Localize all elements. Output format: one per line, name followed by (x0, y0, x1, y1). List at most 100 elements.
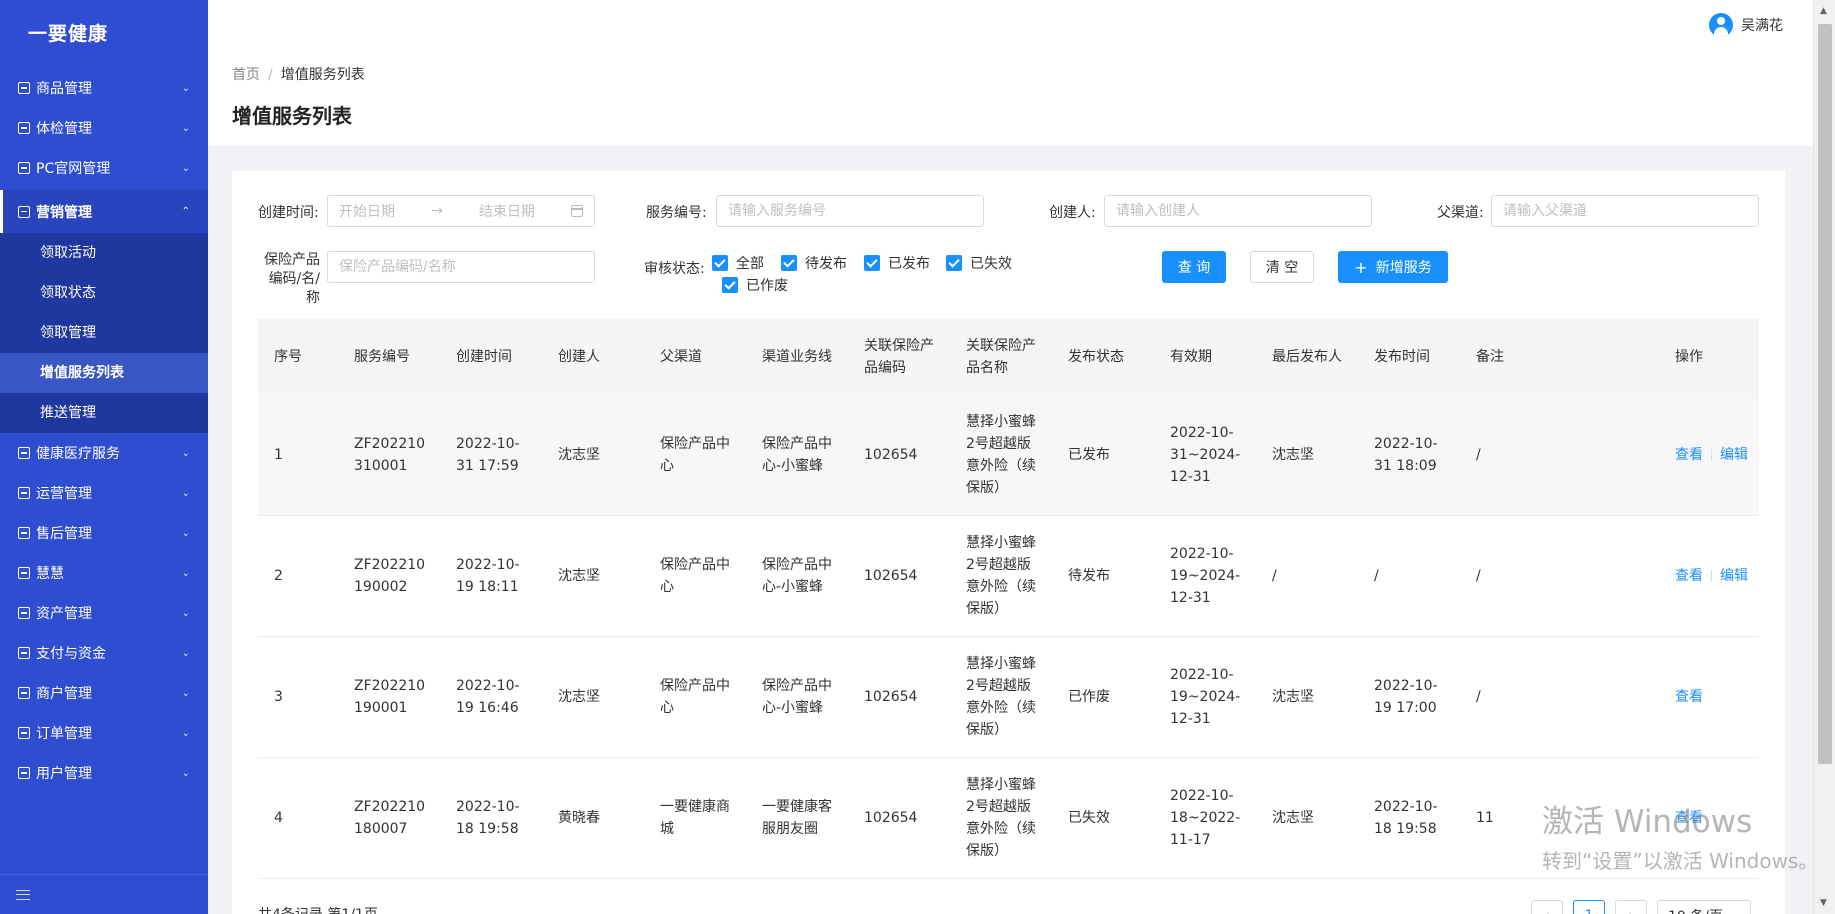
cell-product-code: 102654 (864, 810, 918, 826)
chevron-down-icon: ⌄ (181, 527, 190, 539)
chevron-down-icon: ⌄ (181, 567, 190, 579)
sidebar-subitem-claim-activity[interactable]: 领取活动 (0, 233, 208, 273)
cell-create-time: 2022-10-19 18:11 (456, 557, 520, 595)
services-table: 序号 服务编号 创建时间 创建人 父渠道 渠道业务线 关联保险产品编码 关联保险… (258, 319, 1759, 879)
collapse-menu-icon[interactable] (16, 889, 30, 900)
end-date-input[interactable]: 结束日期 (479, 201, 535, 221)
cell-product-code: 102654 (864, 447, 918, 463)
date-range-picker[interactable]: 开始日期 → 结束日期 (327, 195, 595, 227)
cell-business-line: 保险产品中心-小蜜蜂 (762, 557, 832, 595)
cell-business-line: 保险产品中心-小蜜蜂 (762, 678, 832, 716)
page-scrollbar[interactable]: ▲ ▼ (1813, 0, 1835, 914)
sidebar-item-health-medical[interactable]: 健康医疗服务 ⌄ (0, 433, 208, 473)
range-arrow-icon: → (431, 203, 443, 219)
sidebar-item-assets[interactable]: 资产管理 ⌄ (0, 593, 208, 633)
sidebar-item-pc-site[interactable]: PC官网管理 ⌄ (0, 148, 208, 188)
cell-service-no: ZF202210190001 (354, 678, 426, 716)
monitor-icon (18, 162, 30, 174)
chevron-down-icon: ⌄ (181, 767, 190, 779)
cell-last-publisher: 沈志坚 (1272, 689, 1314, 705)
add-service-button[interactable]: + 新增服务 (1338, 251, 1448, 283)
clear-button[interactable]: 清 空 (1250, 251, 1314, 283)
product-input[interactable] (339, 259, 583, 275)
sidebar-subitem-value-added-services[interactable]: 增值服务列表 (0, 353, 208, 393)
marketing-submenu: 领取活动 领取状态 领取管理 增值服务列表 推送管理 (0, 233, 208, 433)
sidebar-item-merchants[interactable]: 商户管理 ⌄ (0, 673, 208, 713)
create-time-label: 创建时间: (258, 205, 319, 221)
col-header: 父渠道 (660, 349, 702, 365)
cell-service-no: ZF202210190002 (354, 557, 426, 595)
menu-box-icon (18, 487, 30, 499)
sidebar-item-orders[interactable]: 订单管理 ⌄ (0, 713, 208, 753)
product-field[interactable] (327, 251, 595, 283)
prev-page-button[interactable]: ‹ (1531, 900, 1563, 914)
sidebar-item-label: 慧慧 (36, 566, 64, 582)
parent-channel-field[interactable] (1491, 195, 1759, 227)
menu-box-icon (18, 767, 30, 779)
sidebar-item-checkup[interactable]: 体检管理 ⌄ (0, 108, 208, 148)
cell-create-time: 2022-10-18 19:58 (456, 799, 520, 837)
page-number-button[interactable]: 1 (1573, 900, 1605, 914)
sidebar-item-huihui[interactable]: 慧慧 ⌄ (0, 553, 208, 593)
sidebar-item-payment[interactable]: 支付与资金 ⌄ (0, 633, 208, 673)
chevron-down-icon: ⌄ (181, 727, 190, 739)
next-page-button[interactable]: › (1615, 900, 1647, 914)
sidebar-item-label: 资产管理 (36, 606, 92, 622)
query-button[interactable]: 查 询 (1162, 251, 1226, 283)
status-checkbox-all[interactable]: 全部 (712, 253, 764, 273)
col-header: 创建人 (558, 349, 600, 365)
page-size-select[interactable]: 10 条/页 (1657, 900, 1751, 914)
cell-product-name: 慧择小蜜蜂2号超越版意外险（续保版） (966, 777, 1036, 859)
sidebar-item-operations[interactable]: 运营管理 ⌄ (0, 473, 208, 513)
cell-remark: / (1476, 689, 1481, 705)
cell-last-publisher: 沈志坚 (1272, 447, 1314, 463)
cell-service-no: ZF202210310001 (354, 436, 426, 474)
start-date-input[interactable]: 开始日期 (339, 201, 395, 221)
user-menu[interactable]: 吴满花 (1709, 13, 1783, 37)
cell-product-code: 102654 (864, 689, 918, 705)
scroll-down-icon[interactable]: ▼ (1820, 898, 1827, 908)
status-checkbox-voided[interactable]: 已作废 (722, 275, 788, 295)
sidebar-item-users[interactable]: 用户管理 ⌄ (0, 753, 208, 793)
status-checkbox-pending[interactable]: 待发布 (781, 253, 847, 273)
col-header: 渠道业务线 (762, 349, 832, 365)
cell-actions: 查看 (1659, 686, 1703, 708)
cell-publish-time: 2022-10-18 19:58 (1374, 799, 1438, 837)
cell-create-time: 2022-10-19 16:46 (456, 678, 520, 716)
service-no-field[interactable] (716, 195, 984, 227)
breadcrumb-home[interactable]: 首页 (232, 67, 260, 83)
breadcrumb: 首页 / 增值服务列表 (232, 64, 1789, 84)
col-header: 服务编号 (354, 349, 410, 365)
view-link[interactable]: 查看 (1675, 689, 1703, 705)
sidebar-item-after-sales[interactable]: 售后管理 ⌄ (0, 513, 208, 553)
chevron-down-icon: ⌄ (181, 122, 190, 134)
sidebar-subitem-claim-manage[interactable]: 领取管理 (0, 313, 208, 353)
view-link[interactable]: 查看 (1675, 447, 1703, 463)
cell-business-line: 保险产品中心-小蜜蜂 (762, 436, 832, 474)
breadcrumb-current: 增值服务列表 (280, 67, 365, 83)
plus-icon: + (1354, 257, 1368, 277)
parent-channel-input[interactable] (1503, 203, 1747, 219)
sidebar-item-goods[interactable]: 商品管理 ⌄ (0, 68, 208, 108)
cell-actions: 查看 编辑 (1659, 444, 1748, 466)
chevron-down-icon: ⌄ (181, 487, 190, 499)
edit-link[interactable]: 编辑 (1720, 568, 1748, 584)
creator-input[interactable] (1116, 203, 1360, 219)
status-checkbox-expired[interactable]: 已失效 (946, 253, 1012, 273)
creator-field[interactable] (1104, 195, 1372, 227)
chevron-down-icon: ⌄ (181, 647, 190, 659)
service-no-input[interactable] (728, 203, 972, 219)
sidebar-subitem-claim-status[interactable]: 领取状态 (0, 273, 208, 313)
sidebar-item-marketing[interactable]: 营销管理 ⌃ (0, 190, 208, 233)
edit-link[interactable]: 编辑 (1720, 447, 1748, 463)
product-label: 保险产品 编码/名/ 称 (264, 252, 320, 306)
sidebar-subitem-push-manage[interactable]: 推送管理 (0, 393, 208, 433)
table-row: 2 ZF202210190002 2022-10-19 18:11 沈志坚 保险… (258, 516, 1759, 637)
sidebar: 一要健康 商品管理 ⌄ 体检管理 ⌄ PC官网管理 ⌄ 营销管理 ⌃ 领取活动 … (0, 0, 208, 914)
sidebar-item-label: 订单管理 (36, 726, 92, 742)
view-link[interactable]: 查看 (1675, 568, 1703, 584)
scroll-up-icon[interactable]: ▲ (1820, 6, 1827, 16)
parent-channel-label: 父渠道: (1437, 205, 1484, 221)
scroll-thumb[interactable] (1818, 24, 1832, 764)
status-checkbox-published[interactable]: 已发布 (864, 253, 930, 273)
